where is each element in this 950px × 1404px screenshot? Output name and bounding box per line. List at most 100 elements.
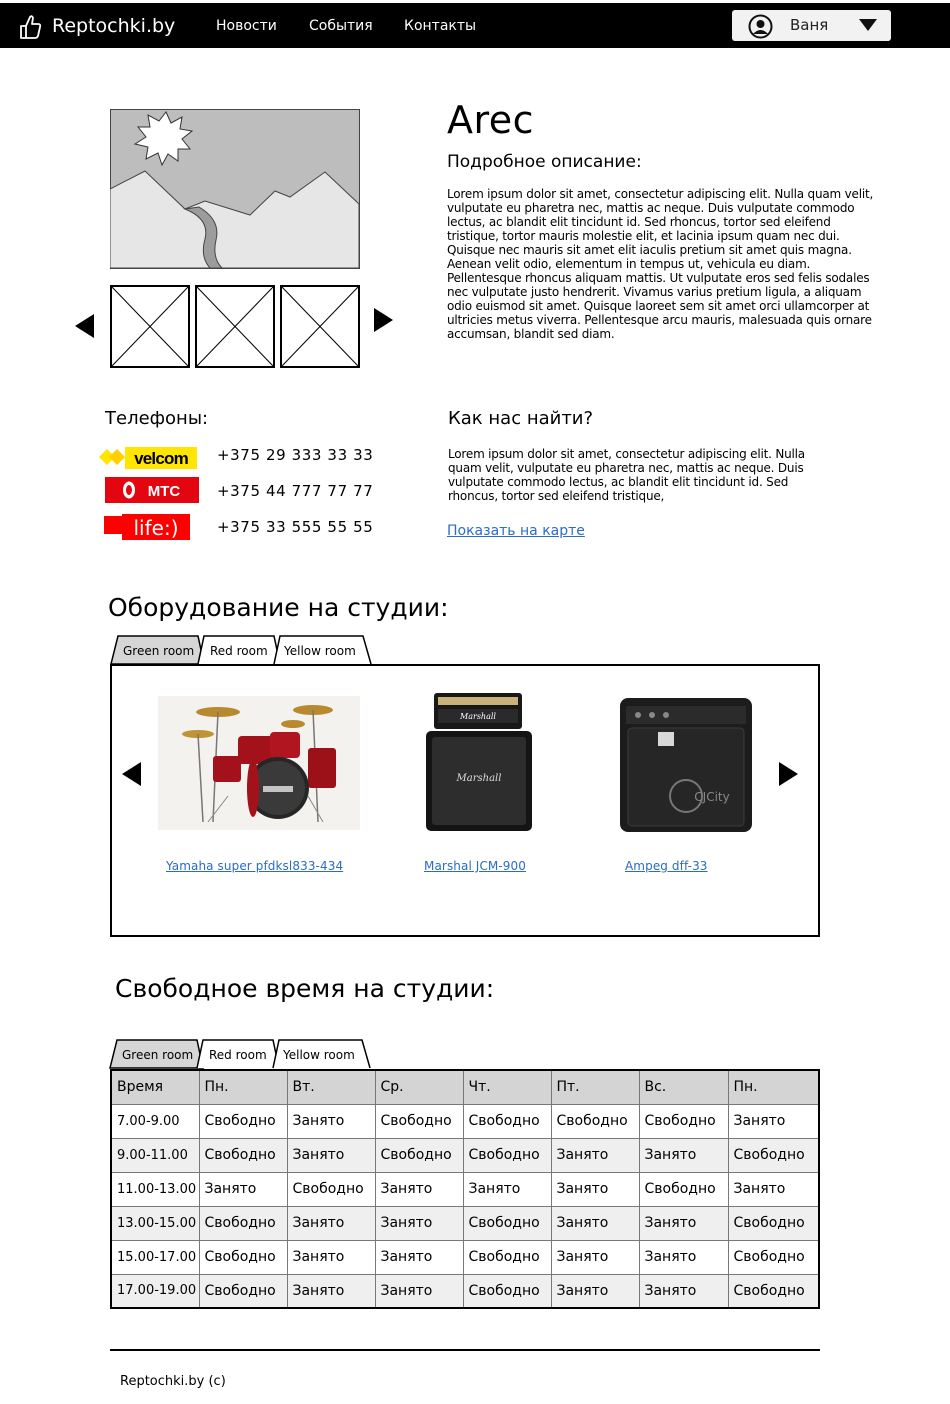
schedule-status-cell[interactable]: Свободно — [638, 1171, 729, 1207]
schedule-status-cell[interactable]: Занято — [286, 1239, 376, 1275]
phone-number-life[interactable]: +375 33 555 55 55 — [217, 518, 373, 536]
schedule-status-cell[interactable]: Занято — [638, 1239, 729, 1275]
arrow-left-icon[interactable] — [121, 761, 143, 787]
nav-link-news[interactable]: Новости — [216, 18, 277, 34]
schedule-status-cell[interactable]: Занято — [374, 1239, 464, 1275]
schedule-status-cell[interactable]: Свободно — [462, 1239, 552, 1275]
arrow-left-icon[interactable] — [74, 313, 96, 339]
schedule-status-cell[interactable]: Свободно — [727, 1137, 820, 1173]
velcom-logo-text: velcom — [134, 449, 188, 468]
ampeg-amp-image[interactable]: CJCity — [612, 696, 755, 838]
schedule-status-cell[interactable]: Свободно — [462, 1205, 552, 1241]
table-row: 13.00-15.00 Свободно Занято Занято Свободно З… — [110, 1205, 820, 1241]
thumbnail-1[interactable] — [110, 285, 190, 368]
schedule-col-day: Вт. — [286, 1069, 376, 1105]
table-row: 11.00-13.00 Занято Свободно Занято Занято Зан… — [110, 1171, 820, 1207]
schedule-status-cell[interactable]: Занято — [286, 1137, 376, 1173]
schedule-status-cell[interactable]: Свободно — [374, 1103, 464, 1139]
schedule-status-cell[interactable]: Свободно — [198, 1103, 288, 1139]
schedule-time-cell: 15.00-17.00 — [110, 1239, 200, 1275]
phone-number-mts[interactable]: +375 44 777 77 77 — [217, 482, 373, 500]
equipment-link-yamaha[interactable]: Yamaha super pfdksl833-434 — [166, 859, 343, 873]
equipment-tab-green-room[interactable]: Green room — [123, 644, 194, 658]
schedule-tabs: Green room Red room Yellow room — [109, 1039, 374, 1069]
schedule-status-cell[interactable]: Свободно — [462, 1103, 552, 1139]
equipment-tab-yellow-room[interactable]: Yellow room — [284, 644, 356, 658]
schedule-status-cell[interactable]: Занято — [638, 1273, 729, 1309]
schedule-status-cell[interactable]: Свободно — [550, 1103, 640, 1139]
schedule-status-cell[interactable]: Свободно — [727, 1205, 820, 1241]
schedule-time-cell: 17.00-19.00 — [110, 1273, 200, 1309]
caret-down-icon[interactable] — [858, 18, 878, 32]
schedule-time-cell: 7.00-9.00 — [110, 1103, 200, 1139]
drum-kit-image[interactable] — [158, 696, 360, 830]
schedule-status-cell[interactable]: Свободно — [198, 1239, 288, 1275]
schedule-status-cell[interactable]: Занято — [638, 1205, 729, 1241]
schedule-col-day: Ср. — [374, 1069, 464, 1105]
schedule-status-cell[interactable]: Занято — [286, 1273, 376, 1309]
schedule-status-cell[interactable]: Занято — [550, 1205, 640, 1241]
schedule-status-cell[interactable]: Свободно — [198, 1205, 288, 1241]
schedule-tab-red-room[interactable]: Red room — [209, 1048, 267, 1062]
thumbnail-2[interactable] — [195, 285, 275, 368]
schedule-tab-green-room[interactable]: Green room — [122, 1048, 193, 1062]
nav-link-events[interactable]: События — [309, 18, 373, 34]
life-logo-text: life:) — [134, 516, 179, 540]
equipment-heading: Оборудование на студии: — [108, 593, 449, 622]
schedule-status-cell[interactable]: Занято — [374, 1171, 464, 1207]
thumbnail-3[interactable] — [280, 285, 360, 368]
footer-divider — [110, 1349, 820, 1351]
arrow-right-icon[interactable] — [777, 761, 799, 787]
schedule-col-time: Время — [110, 1069, 200, 1105]
schedule-status-cell[interactable]: Свободно — [198, 1273, 288, 1309]
table-row: 9.00-11.00 Свободно Занято Свободно Свободно… — [110, 1137, 820, 1173]
description-heading: Подробное описание: — [447, 152, 642, 172]
schedule-status-cell[interactable]: Свободно — [286, 1171, 376, 1207]
table-row: 7.00-9.00 Свободно Занято Свободно Свободно С… — [110, 1103, 820, 1139]
description-text: Lorem ipsum dolor sit amet, consectetur … — [447, 187, 874, 341]
find-us-heading: Как нас найти? — [448, 408, 594, 429]
schedule-status-cell[interactable]: Свободно — [638, 1103, 729, 1139]
schedule-status-cell[interactable]: Свободно — [727, 1273, 820, 1309]
studio-main-image[interactable] — [110, 109, 360, 269]
schedule-time-cell: 13.00-15.00 — [110, 1205, 200, 1241]
schedule-status-cell[interactable]: Занято — [550, 1171, 640, 1207]
equipment-link-ampeg[interactable]: Ampeg dff-33 — [625, 859, 708, 873]
schedule-status-cell[interactable]: Свободно — [462, 1137, 552, 1173]
schedule-time-cell: 9.00-11.00 — [110, 1137, 200, 1173]
hand-thumb-icon[interactable] — [18, 14, 42, 40]
schedule-status-cell[interactable]: Занято — [198, 1171, 288, 1207]
show-on-map-link[interactable]: Показать на карте — [447, 523, 585, 539]
svg-text:Marshall: Marshall — [456, 773, 502, 784]
svg-text:Marshall: Marshall — [459, 712, 496, 721]
schedule-status-cell[interactable]: Занято — [550, 1137, 640, 1173]
marshall-amp-image[interactable]: Marshall Marshall — [422, 691, 535, 833]
equipment-link-marshall[interactable]: Marshal JCM-900 — [424, 859, 526, 873]
schedule-status-cell[interactable]: Занято — [374, 1273, 464, 1309]
nav-link-contacts[interactable]: Контакты — [404, 18, 476, 34]
schedule-status-cell[interactable]: Свободно — [374, 1137, 464, 1173]
equipment-tabs: Green room Red room Yellow room — [110, 635, 375, 665]
schedule-status-cell[interactable]: Свободно — [462, 1273, 552, 1309]
table-row: 17.00-19.00 Свободно Занято Занято Свободно З… — [110, 1273, 820, 1309]
schedule-status-cell[interactable]: Занято — [374, 1205, 464, 1241]
schedule-tab-yellow-room[interactable]: Yellow room — [283, 1048, 355, 1062]
arrow-right-icon[interactable] — [372, 307, 394, 333]
schedule-status-cell[interactable]: Занято — [286, 1103, 376, 1139]
schedule-status-cell[interactable]: Свободно — [198, 1137, 288, 1173]
schedule-col-day: Вс. — [638, 1069, 729, 1105]
schedule-status-cell[interactable]: Свободно — [727, 1239, 820, 1275]
equipment-tab-red-room[interactable]: Red room — [210, 644, 268, 658]
schedule-status-cell[interactable]: Занято — [550, 1273, 640, 1309]
schedule-status-cell[interactable]: Занято — [550, 1239, 640, 1275]
phone-number-velcom[interactable]: +375 29 333 33 33 — [217, 446, 373, 464]
site-logo-text[interactable]: Reptochki.by — [52, 15, 175, 37]
schedule-time-cell: 11.00-13.00 — [110, 1171, 200, 1207]
schedule-status-cell[interactable]: Занято — [727, 1103, 820, 1139]
schedule-status-cell[interactable]: Занято — [286, 1205, 376, 1241]
schedule-status-cell[interactable]: Занято — [462, 1171, 552, 1207]
schedule-status-cell[interactable]: Занято — [727, 1171, 820, 1207]
find-us-text: Lorem ipsum dolor sit amet, consectetur … — [448, 447, 805, 503]
phones-heading: Телефоны: — [105, 408, 209, 429]
schedule-status-cell[interactable]: Занято — [638, 1137, 729, 1173]
